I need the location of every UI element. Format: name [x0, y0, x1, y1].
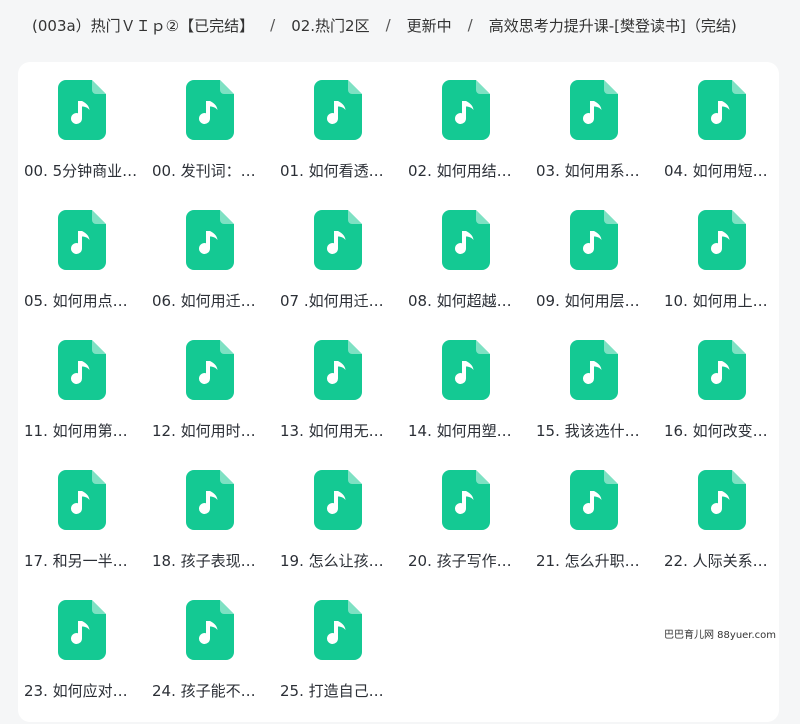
file-item[interactable]: 12. 如何用时间思维	[146, 334, 274, 464]
audio-file-icon	[314, 470, 362, 530]
audio-file-icon	[570, 80, 618, 140]
file-item[interactable]: 13. 如何用无限思维	[274, 334, 402, 464]
file-item[interactable]: 05. 如何用点线面思维	[18, 204, 146, 334]
audio-file-icon	[570, 340, 618, 400]
file-item[interactable]: 09. 如何用层次思维	[530, 204, 658, 334]
breadcrumb-item-current[interactable]: 高效思考力提升课-[樊登读书]（完结)	[489, 15, 737, 36]
file-name: 20. 孩子写作业拖拉	[408, 552, 524, 570]
file-name: 03. 如何用系统思维	[536, 162, 652, 180]
file-item[interactable]: 24. 孩子能不能玩游戏	[146, 594, 274, 724]
file-list-panel: 00. 5分钟商业思维课 00. 发刊词：高效思考 01. 如何看透问题本质 02. …	[18, 62, 780, 724]
file-name: 05. 如何用点线面思维	[24, 292, 140, 310]
audio-file-icon	[314, 80, 362, 140]
audio-file-icon	[698, 210, 746, 270]
file-item[interactable]: 08. 如何超越自我	[402, 204, 530, 334]
audio-file-icon	[186, 600, 234, 660]
file-item[interactable]: 22. 人际关系处理	[658, 464, 786, 594]
file-item[interactable]: 06. 如何用迁移思维	[146, 204, 274, 334]
file-item[interactable]: 19. 怎么让孩子自律	[274, 464, 402, 594]
breadcrumb-separator: /	[467, 16, 473, 34]
watermark: 巴巴育儿网 88yuer.com	[664, 630, 777, 641]
file-name: 17. 和另一半相处	[24, 552, 140, 570]
file-item[interactable]: 15. 我该选什么职业	[530, 334, 658, 464]
file-name: 00. 5分钟商业思维课	[24, 162, 140, 180]
file-item[interactable]: 04. 如何用短板思维	[658, 74, 786, 204]
file-item[interactable]: 02. 如何用结构化思维	[402, 74, 530, 204]
file-name: 10. 如何用上帝视角	[664, 292, 780, 310]
file-item[interactable]: 25. 打造自己的品牌	[274, 594, 402, 724]
breadcrumb: (003a）热门ＶＩｐ②【已完结】 / 02.热门2区 / 更新中 / 高效思考…	[0, 0, 800, 50]
file-item[interactable]: 00. 5分钟商业思维课	[18, 74, 146, 204]
audio-file-icon	[442, 470, 490, 530]
file-name: 19. 怎么让孩子自律	[280, 552, 396, 570]
audio-file-icon	[58, 470, 106, 530]
breadcrumb-separator: /	[385, 16, 391, 34]
file-name: 01. 如何看透问题本质	[280, 162, 396, 180]
file-item[interactable]: 17. 和另一半相处	[18, 464, 146, 594]
audio-file-icon	[58, 210, 106, 270]
audio-file-icon	[58, 340, 106, 400]
audio-file-icon	[442, 210, 490, 270]
file-item[interactable]: 14. 如何用塑造思维	[402, 334, 530, 464]
audio-file-icon	[186, 80, 234, 140]
breadcrumb-item[interactable]: 更新中	[407, 15, 452, 36]
file-item[interactable]: 11. 如何用第一性原理	[18, 334, 146, 464]
audio-file-icon	[698, 470, 746, 530]
file-item[interactable]: 23. 如何应对焦虑	[18, 594, 146, 724]
audio-file-icon	[698, 340, 746, 400]
audio-file-icon	[570, 210, 618, 270]
audio-file-icon	[314, 210, 362, 270]
file-name: 21. 怎么升职加薪	[536, 552, 652, 570]
breadcrumb-item[interactable]: (003a）热门ＶＩｐ②【已完结】	[32, 15, 254, 36]
file-name: 24. 孩子能不能玩游戏	[152, 682, 268, 700]
file-item[interactable]: 03. 如何用系统思维	[530, 74, 658, 204]
file-name: 02. 如何用结构化思维	[408, 162, 524, 180]
file-name: 13. 如何用无限思维	[280, 422, 396, 440]
file-item[interactable]: 16. 如何改变命运	[658, 334, 786, 464]
file-name: 00. 发刊词：高效思考	[152, 162, 268, 180]
file-name: 12. 如何用时间思维	[152, 422, 268, 440]
audio-file-icon	[186, 470, 234, 530]
audio-file-icon	[314, 340, 362, 400]
file-name: 16. 如何改变命运	[664, 422, 780, 440]
file-name: 06. 如何用迁移思维	[152, 292, 268, 310]
file-item[interactable]: 10. 如何用上帝视角	[658, 204, 786, 334]
audio-file-icon	[186, 210, 234, 270]
audio-file-icon	[442, 80, 490, 140]
audio-file-icon	[186, 340, 234, 400]
file-name: 15. 我该选什么职业	[536, 422, 652, 440]
file-item[interactable]: 18. 孩子表现不好	[146, 464, 274, 594]
file-name: 18. 孩子表现不好	[152, 552, 268, 570]
file-name: 07 .如何用迁移思维	[280, 292, 396, 310]
file-name: 09. 如何用层次思维	[536, 292, 652, 310]
file-name: 08. 如何超越自我	[408, 292, 524, 310]
file-item[interactable]: 00. 发刊词：高效思考	[146, 74, 274, 204]
audio-file-icon	[58, 80, 106, 140]
file-name: 04. 如何用短板思维	[664, 162, 780, 180]
audio-file-icon	[570, 470, 618, 530]
file-item[interactable]: 07 .如何用迁移思维	[274, 204, 402, 334]
breadcrumb-separator: /	[270, 16, 276, 34]
file-name: 11. 如何用第一性原理	[24, 422, 140, 440]
file-name: 25. 打造自己的品牌	[280, 682, 396, 700]
file-name: 23. 如何应对焦虑	[24, 682, 140, 700]
audio-file-icon	[698, 80, 746, 140]
audio-file-icon	[58, 600, 106, 660]
file-item[interactable]: 20. 孩子写作业拖拉	[402, 464, 530, 594]
audio-file-icon	[442, 340, 490, 400]
audio-file-icon	[314, 600, 362, 660]
file-item[interactable]: 21. 怎么升职加薪	[530, 464, 658, 594]
file-name: 14. 如何用塑造思维	[408, 422, 524, 440]
breadcrumb-item[interactable]: 02.热门2区	[291, 15, 369, 36]
file-name: 22. 人际关系处理	[664, 552, 780, 570]
file-item[interactable]: 01. 如何看透问题本质	[274, 74, 402, 204]
